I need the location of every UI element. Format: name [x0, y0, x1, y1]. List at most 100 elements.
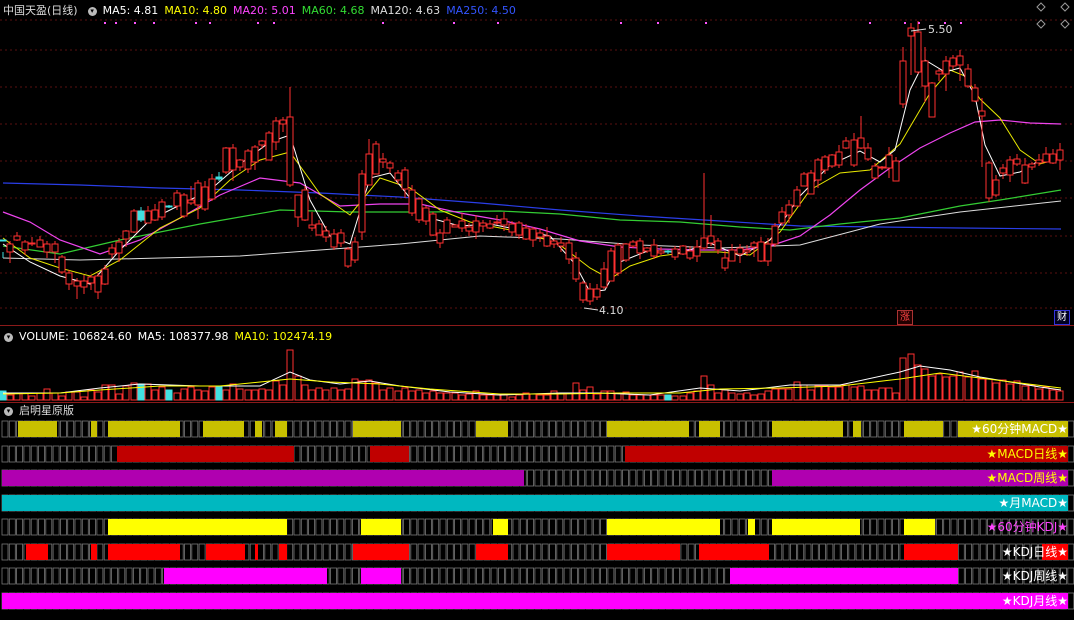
- candle-body: [358, 173, 366, 233]
- signal-cell: [972, 518, 980, 536]
- signal-row[interactable]: ★KDJ周线★: [0, 567, 1074, 586]
- signal-dot-row: [104, 22, 962, 24]
- signal-cell: [563, 518, 571, 536]
- candle-body: [415, 198, 423, 221]
- candle-body: [928, 82, 936, 118]
- volume-bar: [151, 389, 159, 401]
- signal-cell: [89, 445, 96, 463]
- signal-cell: [264, 543, 272, 561]
- signal-cell: [476, 445, 483, 463]
- signal-cell: [607, 469, 615, 487]
- signal-row[interactable]: ★60分钟KDJ★: [0, 518, 1074, 537]
- candle-body: [372, 143, 380, 175]
- signal-cell: [490, 567, 498, 585]
- ma-legend-item: MA10: 4.80: [164, 4, 228, 17]
- signal-cell: [1067, 518, 1074, 536]
- candle-body: [636, 240, 644, 254]
- candle-body: [964, 68, 972, 87]
- signal-cell: [468, 445, 476, 463]
- cai-badge[interactable]: 财: [1054, 310, 1070, 325]
- ma-legend: MA5: 4.81 MA10: 4.80 MA20: 5.01 MA60: 4.68 M…: [103, 4, 522, 17]
- signal-cell: [81, 445, 89, 463]
- signal-cell: [877, 420, 885, 438]
- price-panel[interactable]: 5.50 4.10 中国天盈(日线) ▾ MA5: 4.81 MA10: 4.80 MA…: [0, 0, 1074, 325]
- low-price-label: 4.10: [599, 304, 624, 317]
- signal-cell: [432, 445, 440, 463]
- signal-cell: [140, 567, 148, 585]
- signal-cell: [410, 567, 418, 585]
- signal-cell: [979, 567, 987, 585]
- signal-cell: [432, 543, 440, 561]
- volume-ma10-value: MA10: 102474.19: [234, 330, 333, 343]
- signal-cell: [497, 567, 505, 585]
- ma-legend-item: MA20: 5.01: [233, 4, 296, 17]
- signal-cell: [103, 445, 111, 463]
- candle-body: [1028, 163, 1036, 168]
- signal-cell: [746, 469, 753, 487]
- signal-cell: [717, 567, 724, 585]
- volume-bar: [807, 389, 815, 401]
- volume-bar: [543, 394, 551, 401]
- volume-bar: [550, 390, 558, 401]
- signal-cell: [337, 567, 345, 585]
- candle-body: [842, 140, 850, 149]
- signal-label: ★KDJ日线★: [1001, 545, 1068, 559]
- indicator-collapse-icon[interactable]: ▾: [4, 406, 13, 416]
- signal-cell: [695, 567, 702, 585]
- signal-label: ★KDJ周线★: [1001, 569, 1068, 583]
- signal-cell: [118, 567, 126, 585]
- signal-cell: [468, 543, 476, 561]
- volume-collapse-icon[interactable]: ▾: [4, 332, 13, 342]
- candle-body: [294, 194, 302, 218]
- signal-cell: [549, 518, 556, 536]
- signal-cell: [96, 420, 104, 438]
- volume-bar: [436, 392, 444, 401]
- volume-panel[interactable]: ▾ VOLUME: 106824.60 MA5: 108377.98 MA10: 10…: [0, 325, 1074, 403]
- price-chart[interactable]: 5.50 4.10: [0, 0, 1074, 325]
- candle-body: [265, 132, 273, 161]
- signal-cell: [687, 543, 695, 561]
- signal-cell: [673, 469, 680, 487]
- candle-body: [864, 147, 872, 160]
- collapse-toggle-icon[interactable]: ▾: [87, 6, 97, 16]
- volume-bar: [736, 393, 744, 401]
- candle-body: [949, 57, 957, 67]
- candle-body: [793, 189, 801, 207]
- signal-cell: [738, 469, 746, 487]
- volume-bar: [330, 387, 338, 401]
- signal-row[interactable]: ★60分钟MACD★: [0, 420, 1074, 439]
- volume-panel-header: ▾ VOLUME: 106824.60 MA5: 108377.98 MA10: 10…: [0, 326, 1074, 348]
- signal-cell: [8, 518, 16, 536]
- zhang-badge[interactable]: 涨: [897, 310, 913, 325]
- indicator-panel[interactable]: ▾ 启明星原版 ★60分钟MACD★ ★MACD日线★ ★MACD周线★ ★月MACD★…: [0, 402, 1074, 620]
- volume-bar: [415, 389, 423, 401]
- signal-cell: [680, 543, 688, 561]
- signal-cell: [439, 567, 447, 585]
- signal-cell: [330, 567, 337, 585]
- signal-row[interactable]: ★KDJ日线★: [0, 543, 1074, 562]
- signal-cell: [446, 567, 454, 585]
- signal-strip: [1, 592, 1074, 610]
- signal-cell: [424, 543, 432, 561]
- signal-cell: [344, 567, 352, 585]
- candle-body: [1013, 158, 1021, 165]
- volume-bar: [821, 385, 829, 401]
- signal-row[interactable]: ★月MACD★: [0, 494, 1074, 513]
- candle-body: [215, 176, 223, 180]
- signal-cell: [417, 420, 425, 438]
- candle-body: [743, 249, 751, 253]
- signal-row[interactable]: ★MACD周线★: [0, 469, 1074, 488]
- signal-cell: [549, 543, 556, 561]
- signal-row[interactable]: ★MACD日线★: [0, 445, 1074, 464]
- signal-label: ★MACD周线★: [986, 471, 1069, 485]
- stock-title[interactable]: 中国天盈(日线): [3, 4, 78, 17]
- signal-row[interactable]: ★KDJ月线★: [0, 592, 1074, 611]
- signal-cell: [585, 543, 593, 561]
- signal-cell: [965, 518, 972, 536]
- volume-bar: [458, 394, 466, 401]
- signal-fill: [353, 544, 409, 560]
- signal-cell: [600, 469, 607, 487]
- signal-cell: [23, 445, 31, 463]
- signal-cell: [154, 567, 162, 585]
- candle-body: [550, 240, 558, 245]
